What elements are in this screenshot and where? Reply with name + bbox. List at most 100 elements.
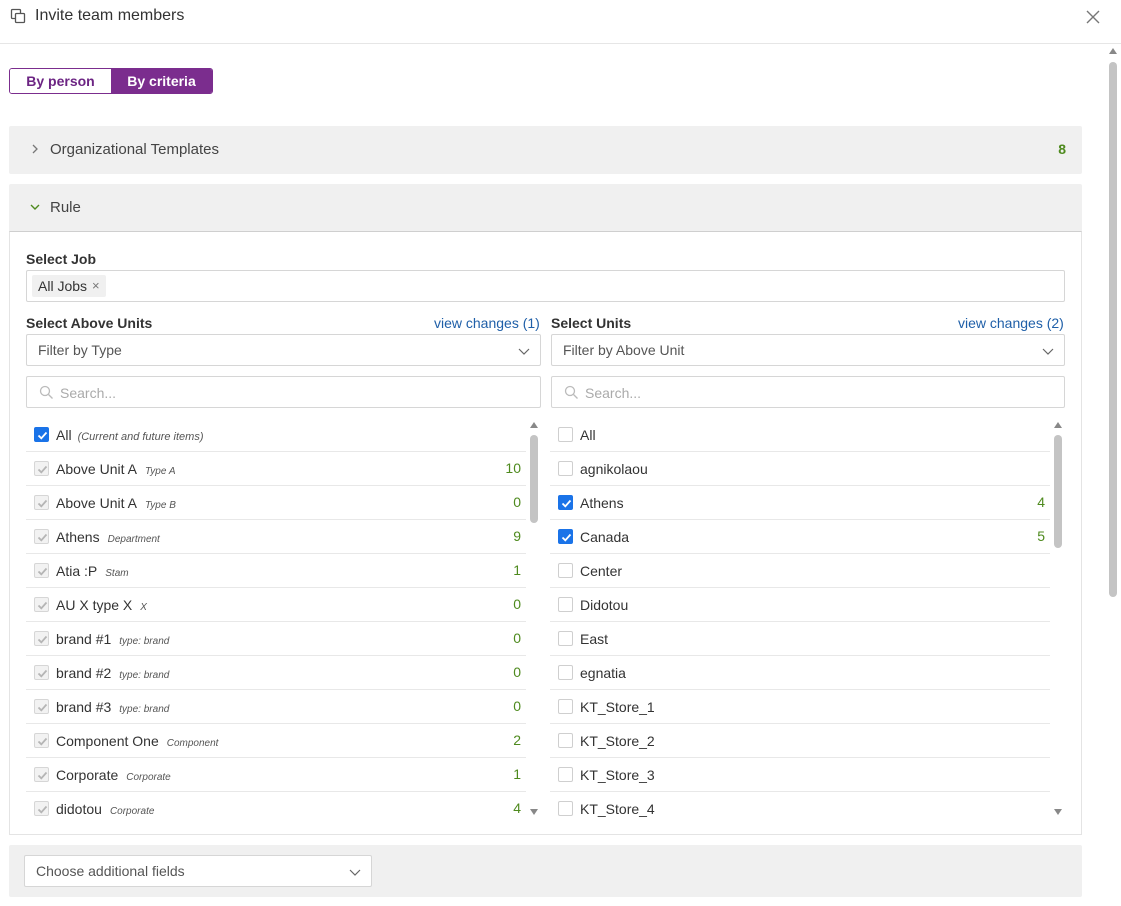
org-templates-count: 8 — [1058, 141, 1066, 157]
item-type: Corporate — [109, 806, 155, 817]
scrollbar-thumb[interactable] — [1109, 62, 1117, 597]
page-scrollbar[interactable] — [1108, 46, 1118, 906]
list-item[interactable]: egnatia — [550, 656, 1050, 690]
list-item[interactable]: AU X type X X 0 — [26, 588, 526, 622]
search-icon — [564, 385, 578, 399]
list-item[interactable]: Component One Component 2 — [26, 724, 526, 758]
list-item[interactable]: Athens Department 9 — [26, 520, 526, 554]
check-icon — [37, 669, 48, 678]
item-checkbox[interactable] — [558, 597, 573, 612]
units-view-changes-link[interactable]: view changes (2) — [958, 315, 1064, 331]
check-icon — [37, 499, 48, 508]
close-icon[interactable] — [1085, 9, 1101, 25]
units-scrollbar[interactable] — [1053, 422, 1063, 815]
item-type: X — [140, 602, 147, 613]
list-item-all[interactable]: All (Current and future items) — [26, 418, 526, 452]
item-checkbox[interactable] — [558, 495, 573, 510]
item-checkbox[interactable] — [558, 699, 573, 714]
check-icon — [561, 499, 572, 508]
list-item[interactable]: Center — [550, 554, 1050, 588]
filter-by-above-unit-select[interactable]: Filter by Above Unit — [551, 334, 1065, 366]
list-item[interactable]: didotou Corporate 4 — [26, 792, 526, 818]
by-person-button[interactable]: By person — [10, 69, 111, 93]
above-units-search-input[interactable] — [60, 383, 500, 403]
item-checkbox[interactable] — [558, 529, 573, 544]
item-name: Above Unit A — [56, 495, 137, 511]
item-checkbox[interactable] — [558, 631, 573, 646]
item-name: KT_Store_3 — [580, 767, 655, 783]
item-checkbox[interactable] — [34, 699, 49, 714]
scroll-down-arrow-icon[interactable] — [530, 809, 538, 815]
list-item[interactable]: Above Unit A Type B 0 — [26, 486, 526, 520]
item-checkbox[interactable] — [34, 665, 49, 680]
item-type: type: brand — [119, 704, 170, 715]
job-select[interactable]: All Jobs × — [26, 270, 1065, 302]
list-item[interactable]: KT_Store_1 — [550, 690, 1050, 724]
list-item-label: Above Unit A Type B — [56, 495, 176, 511]
scroll-up-arrow-icon[interactable] — [530, 422, 538, 428]
item-checkbox[interactable] — [558, 563, 573, 578]
list-item[interactable]: brand #2 type: brand 0 — [26, 656, 526, 690]
item-checkbox[interactable] — [34, 631, 49, 646]
item-checkbox[interactable] — [34, 767, 49, 782]
item-name: Athens — [56, 529, 100, 545]
item-checkbox[interactable] — [34, 733, 49, 748]
above-units-scrollbar[interactable] — [529, 422, 539, 815]
list-item[interactable]: brand #1 type: brand 0 — [26, 622, 526, 656]
remove-chip-icon[interactable]: × — [92, 275, 100, 297]
list-item[interactable]: Didotou — [550, 588, 1050, 622]
search-icon — [39, 385, 53, 399]
filter-by-type-select[interactable]: Filter by Type — [26, 334, 541, 366]
scroll-up-arrow-icon[interactable] — [1109, 48, 1117, 54]
item-count: 4 — [1037, 494, 1045, 510]
item-checkbox[interactable] — [558, 665, 573, 680]
select-job-label: Select Job — [26, 251, 97, 267]
additional-fields-select[interactable]: Choose additional fields — [24, 855, 372, 887]
item-checkbox[interactable] — [34, 801, 49, 816]
item-checkbox[interactable] — [34, 563, 49, 578]
item-checkbox[interactable] — [558, 461, 573, 476]
item-checkbox[interactable] — [34, 529, 49, 544]
all-checkbox[interactable] — [34, 427, 49, 442]
org-templates-panel-header[interactable]: Organizational Templates 8 — [9, 126, 1082, 174]
item-checkbox[interactable] — [34, 495, 49, 510]
scroll-down-arrow-icon[interactable] — [1054, 809, 1062, 815]
scroll-up-arrow-icon[interactable] — [1054, 422, 1062, 428]
list-item[interactable]: KT_Store_3 — [550, 758, 1050, 792]
list-item[interactable]: KT_Store_2 — [550, 724, 1050, 758]
additional-fields-panel: Choose additional fields — [9, 845, 1082, 897]
all-label: All — [56, 427, 72, 443]
units-search — [551, 376, 1065, 408]
units-search-input[interactable] — [585, 383, 1025, 403]
check-icon — [37, 737, 48, 746]
list-item[interactable]: East — [550, 622, 1050, 656]
list-item[interactable]: Canada 5 — [550, 520, 1050, 554]
list-item[interactable]: KT_Store_4 — [550, 792, 1050, 818]
above-units-view-changes-link[interactable]: view changes (1) — [434, 315, 540, 331]
list-item-label: didotou Corporate — [56, 801, 154, 817]
item-checkbox[interactable] — [34, 461, 49, 476]
item-checkbox[interactable] — [558, 733, 573, 748]
item-name: Center — [580, 563, 623, 579]
by-criteria-button[interactable]: By criteria — [111, 69, 212, 93]
list-item[interactable]: brand #3 type: brand 0 — [26, 690, 526, 724]
list-item[interactable]: Corporate Corporate 1 — [26, 758, 526, 792]
item-checkbox[interactable] — [558, 801, 573, 816]
list-item[interactable]: Atia :P Stam 1 — [26, 554, 526, 588]
list-item-label: Atia :P Stam — [56, 563, 129, 579]
item-name: KT_Store_4 — [580, 801, 655, 817]
list-item[interactable]: Athens 4 — [550, 486, 1050, 520]
check-icon — [37, 805, 48, 814]
scrollbar-thumb[interactable] — [530, 435, 538, 523]
list-item[interactable]: Above Unit A Type A 10 — [26, 452, 526, 486]
check-icon — [37, 567, 48, 576]
list-item[interactable]: agnikolaou — [550, 452, 1050, 486]
scrollbar-thumb[interactable] — [1054, 435, 1062, 548]
item-checkbox[interactable] — [34, 597, 49, 612]
item-checkbox[interactable] — [558, 767, 573, 782]
list-item-all[interactable]: All — [550, 418, 1050, 452]
item-name: Component One — [56, 733, 159, 749]
item-name: Athens — [580, 495, 624, 511]
rule-panel-header[interactable]: Rule — [9, 184, 1082, 231]
all-checkbox[interactable] — [558, 427, 573, 442]
